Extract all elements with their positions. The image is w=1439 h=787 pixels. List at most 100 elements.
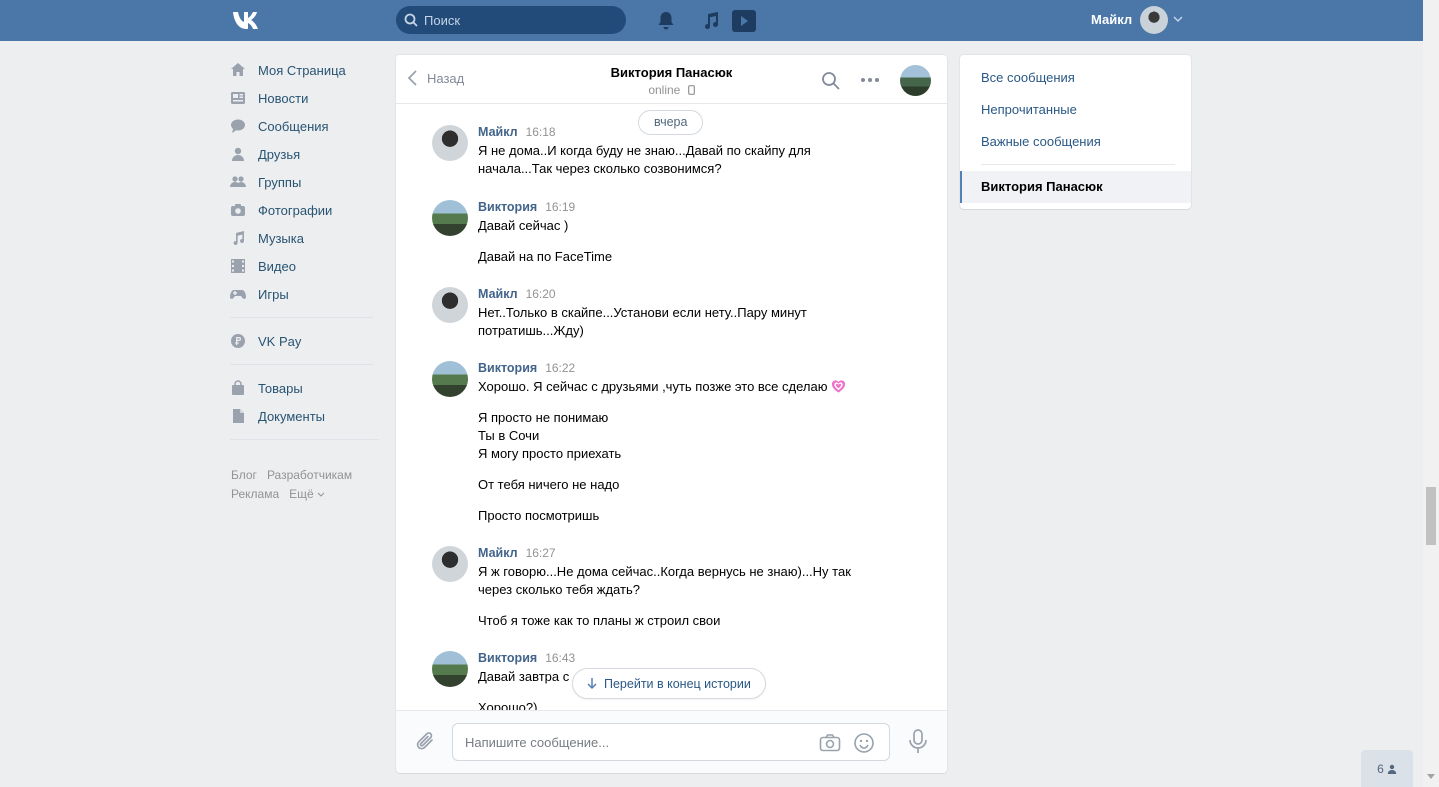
search-input[interactable] xyxy=(424,6,620,34)
avatar[interactable] xyxy=(432,125,468,161)
vkpay-icon xyxy=(231,334,245,348)
author-name[interactable]: Майкл xyxy=(478,287,518,301)
menu-item-goods[interactable]: Товары xyxy=(230,374,380,402)
message-time[interactable]: 16:19 xyxy=(545,200,575,214)
menu-item-vkpay[interactable]: VK Pay xyxy=(230,327,380,355)
chevron-down-icon xyxy=(317,492,325,497)
user-icon xyxy=(1387,764,1397,774)
messages-icon xyxy=(231,119,245,133)
footer-link-blog[interactable]: Блог xyxy=(231,468,257,482)
menu-divider xyxy=(230,317,373,318)
avatar[interactable] xyxy=(432,200,468,236)
gamepad-icon xyxy=(230,290,246,299)
chevron-down-icon[interactable] xyxy=(1173,14,1183,24)
message-text: Давай сейчас ) xyxy=(478,218,569,233)
menu-divider xyxy=(230,439,379,440)
menu-item-news[interactable]: Новости xyxy=(230,84,380,112)
footer-link-ads[interactable]: Реклама xyxy=(231,487,279,501)
filter-unread[interactable]: Непрочитанные xyxy=(981,102,1077,117)
message-text: Ты в Сочи xyxy=(478,428,540,443)
filter-important[interactable]: Важные сообщения xyxy=(981,134,1101,149)
author-name[interactable]: Майкл xyxy=(478,125,518,139)
home-icon xyxy=(231,63,245,76)
news-icon xyxy=(231,92,245,104)
chat-panel: Назад Виктория Панасюк online Майкл 16:18… xyxy=(396,55,947,773)
microphone-icon[interactable] xyxy=(907,729,929,755)
paperclip-icon[interactable] xyxy=(415,730,437,754)
menu-item-photos[interactable]: Фотографии xyxy=(230,196,380,224)
avatar[interactable] xyxy=(432,546,468,582)
avatar[interactable] xyxy=(432,287,468,323)
menu-item-documents[interactable]: Документы xyxy=(230,402,380,430)
music-icon[interactable] xyxy=(700,10,722,32)
header-avatar[interactable] xyxy=(1140,6,1168,34)
message-text: Я не дома..И когда буду не знаю...Давай … xyxy=(478,143,811,176)
jump-to-end-button[interactable]: Перейти в конец истории xyxy=(572,668,766,699)
chat-header: Назад Виктория Панасюк online xyxy=(396,55,947,104)
message-input[interactable] xyxy=(465,724,805,760)
vk-logo-icon[interactable] xyxy=(231,9,265,31)
top-header: Майкл xyxy=(0,0,1423,41)
day-separator-badge: вчера xyxy=(638,110,704,135)
search-icon[interactable] xyxy=(821,71,841,91)
footer-link-developers[interactable]: Разработчикам xyxy=(267,468,352,482)
message-time[interactable]: 16:22 xyxy=(545,361,575,375)
message-history: Майкл 16:18 Я не дома..И когда буду не зн… xyxy=(396,105,947,710)
page-scrollbar[interactable] xyxy=(1423,0,1439,787)
friends-icon xyxy=(232,147,244,161)
message-text: Хорошо?) xyxy=(478,700,538,710)
message-time[interactable]: 16:27 xyxy=(526,546,556,560)
more-icon[interactable] xyxy=(859,71,881,89)
author-name[interactable]: Виктория xyxy=(478,651,537,665)
filter-all-messages[interactable]: Все сообщения xyxy=(981,70,1075,85)
menu-item-my-page[interactable]: Моя Страница xyxy=(230,56,380,84)
message-time[interactable]: 16:43 xyxy=(545,651,575,665)
groups-icon xyxy=(230,176,246,187)
bell-icon[interactable] xyxy=(655,10,677,32)
panel-divider xyxy=(981,164,1175,165)
search-box[interactable] xyxy=(396,6,626,34)
message-text: От тебя ничего не надо xyxy=(478,477,620,492)
menu-item-music[interactable]: Музыка xyxy=(230,224,380,252)
smile-icon[interactable] xyxy=(853,732,875,754)
author-name[interactable]: Виктория xyxy=(478,361,537,375)
chat-avatar[interactable] xyxy=(900,65,931,96)
menu-item-friends[interactable]: Друзья xyxy=(230,140,380,168)
right-filter-panel: Все сообщения Непрочитанные Важные сообщ… xyxy=(960,55,1191,209)
video-icon xyxy=(231,259,245,273)
message-text: Я могу просто приехать xyxy=(478,446,622,461)
heart-emoji-icon xyxy=(832,380,846,393)
menu-item-messages[interactable]: Сообщения xyxy=(230,112,380,140)
avatar[interactable] xyxy=(432,651,468,687)
message-time[interactable]: 16:18 xyxy=(526,125,556,139)
message-text: Давай на по FaceTime xyxy=(478,249,613,264)
menu-divider xyxy=(230,364,373,365)
message-input-box[interactable] xyxy=(452,723,890,761)
footer-link-more[interactable]: Ещё xyxy=(289,487,325,501)
document-icon xyxy=(233,409,244,423)
author-name[interactable]: Виктория xyxy=(478,200,537,214)
music-icon xyxy=(233,231,244,245)
bag-icon xyxy=(232,380,244,395)
scroll-down-icon[interactable] xyxy=(1427,774,1435,779)
message-text: Нет..Только в скайпе...Установи если нет… xyxy=(478,305,807,338)
arrow-down-icon xyxy=(587,678,597,690)
message-text: Я ж говорю...Не дома сейчас..Когда верну… xyxy=(478,564,851,597)
online-friends-badge[interactable]: 6 xyxy=(1361,750,1413,787)
avatar[interactable] xyxy=(432,361,468,397)
active-conversation-item[interactable]: Виктория Панасюк xyxy=(960,171,1191,203)
camera-icon xyxy=(231,204,245,216)
message-time[interactable]: 16:20 xyxy=(526,287,556,301)
menu-item-groups[interactable]: Группы xyxy=(230,168,380,196)
message-composer xyxy=(396,710,947,773)
message-text: Чтоб я тоже как то планы ж строил свои xyxy=(478,613,721,628)
camera-icon[interactable] xyxy=(819,733,841,753)
mobile-icon xyxy=(687,85,695,95)
header-user-name[interactable]: Майкл xyxy=(1091,12,1132,27)
scrollbar-thumb[interactable] xyxy=(1426,487,1436,545)
menu-item-games[interactable]: Игры xyxy=(230,280,380,308)
author-name[interactable]: Майкл xyxy=(478,546,518,560)
menu-item-video[interactable]: Видео xyxy=(230,252,380,280)
video-icon[interactable] xyxy=(732,10,756,32)
left-menu: Моя Страница Новости Сообщения Друзья Гр… xyxy=(230,56,380,449)
